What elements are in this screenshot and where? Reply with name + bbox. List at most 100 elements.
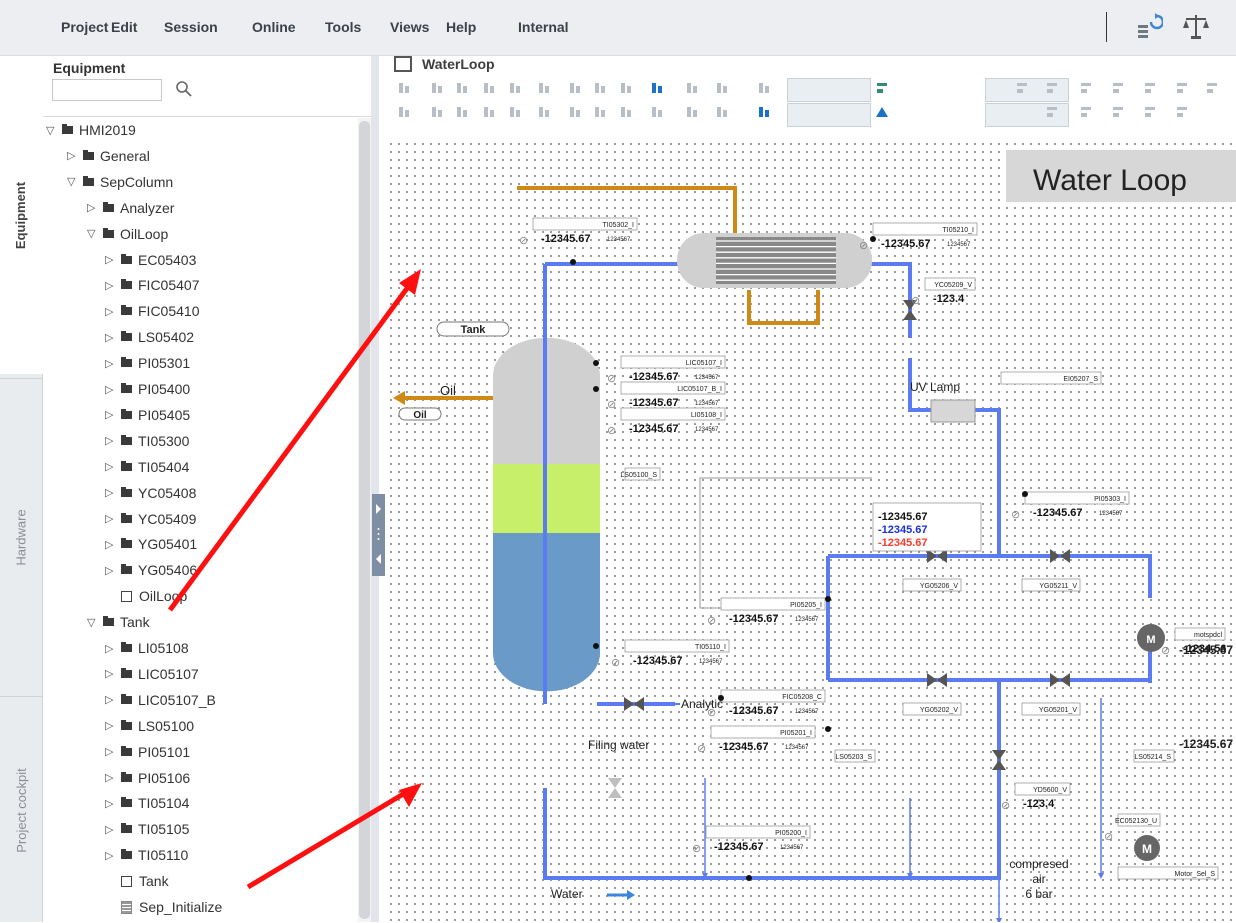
layout-tool-icon[interactable] (1111, 81, 1125, 95)
align-tool-icon[interactable] (508, 105, 522, 119)
tree-item[interactable]: ▷ LS05100 (105, 714, 194, 738)
menu-views[interactable]: Views (390, 19, 429, 35)
align-tool-icon[interactable] (685, 81, 699, 95)
link-icon[interactable]: ⊘ (1104, 831, 1113, 843)
expand-right-icon[interactable]: ▷ (105, 771, 119, 784)
tree-item[interactable]: ▷ LIC05107 (105, 662, 199, 686)
expand-down-icon[interactable]: ▽ (46, 124, 60, 137)
expand-down-icon[interactable]: ▽ (87, 616, 101, 629)
tree-item[interactable]: ▷ PI05101 (105, 740, 190, 764)
tree-item[interactable]: ▷ TI05104 (105, 791, 189, 815)
layout-tool-icon[interactable] (1079, 81, 1093, 95)
expand-right-icon[interactable]: ▷ (105, 512, 119, 525)
tree-item[interactable]: Tank (105, 869, 169, 893)
valve-yg05201-icon[interactable] (1050, 673, 1070, 687)
tree-item[interactable]: ▷ TI05105 (105, 817, 189, 841)
link-icon[interactable]: ⊘ (707, 615, 716, 627)
align-tool-icon[interactable] (482, 105, 496, 119)
expand-right-icon[interactable]: ▷ (105, 279, 119, 292)
tree-item[interactable]: ▷ TI05300 (105, 429, 189, 453)
align-tool-icon[interactable] (685, 105, 699, 119)
layout-tool-icon[interactable] (1175, 105, 1189, 119)
link-icon[interactable]: ⊘ (611, 657, 620, 669)
expand-right-icon[interactable]: ▷ (105, 642, 119, 655)
valve-yg05202-icon[interactable] (927, 673, 947, 687)
align-tool-icon[interactable] (650, 105, 664, 119)
align-tool-icon[interactable] (715, 105, 729, 119)
expand-right-icon[interactable]: ▷ (105, 253, 119, 266)
expand-right-icon[interactable]: ▷ (105, 719, 119, 732)
expand-right-icon[interactable]: ▷ (67, 149, 81, 162)
expand-right-icon[interactable]: ▷ (105, 693, 119, 706)
expand-down-icon[interactable]: ▽ (87, 227, 101, 240)
link-icon[interactable]: ⊘ (1161, 645, 1170, 657)
layout-tool-icon[interactable] (1111, 105, 1125, 119)
layout-tool-icon[interactable] (1143, 105, 1157, 119)
expand-down-icon[interactable]: ▽ (67, 175, 81, 188)
tree-item[interactable]: ▷ PI05405 (105, 403, 190, 427)
tree-item[interactable]: ▷ LIC05107_B (105, 688, 216, 712)
tree-item[interactable]: ▽ Tank (87, 610, 150, 634)
layout-tool-icon[interactable] (1045, 81, 1059, 95)
align-tool-icon[interactable] (537, 105, 551, 119)
align-tool-icon[interactable] (757, 81, 771, 95)
link-icon[interactable]: ⊘ (859, 240, 868, 252)
link-icon[interactable]: ⊘ (697, 743, 706, 755)
valve-yg05211-icon[interactable] (1050, 549, 1070, 563)
layout-tool-icon[interactable] (1175, 81, 1189, 95)
align-tool-icon[interactable] (619, 105, 633, 119)
layout-tool-icon[interactable] (1143, 81, 1157, 95)
expand-right-icon[interactable]: ▷ (105, 383, 119, 396)
expand-right-icon[interactable]: ▷ (105, 667, 119, 680)
align-tool-icon[interactable] (430, 81, 444, 95)
align-tool-icon[interactable] (715, 81, 729, 95)
tree-item[interactable]: ▷ LS05402 (105, 325, 194, 349)
tree-item[interactable]: ▷ FIC05407 (105, 273, 199, 297)
align-tool-icon[interactable] (568, 105, 582, 119)
expand-right-icon[interactable]: ▷ (105, 823, 119, 836)
menu-edit[interactable]: Edit (111, 19, 137, 35)
link-icon[interactable]: ⊘ (911, 295, 920, 307)
link-icon[interactable]: ⊘ (519, 235, 528, 247)
link-icon[interactable]: ⊘ (1001, 800, 1010, 812)
align-tool-icon[interactable] (757, 105, 771, 119)
tree-item[interactable]: ▷ YG05401 (105, 532, 197, 556)
menu-internal[interactable]: Internal (518, 19, 569, 35)
tree-item[interactable]: ▷ PI05106 (105, 766, 190, 790)
menu-project[interactable]: Project (61, 19, 108, 35)
search-icon[interactable] (175, 80, 193, 98)
layout-tool-icon[interactable] (1045, 105, 1059, 119)
align-tool-icon[interactable] (430, 105, 444, 119)
align-tool-icon[interactable] (537, 81, 551, 95)
menu-help[interactable]: Help (446, 19, 476, 35)
menu-tools[interactable]: Tools (325, 19, 361, 35)
expand-right-icon[interactable]: ▷ (105, 538, 119, 551)
toolbar-value-field[interactable] (787, 103, 871, 127)
align-tool-icon[interactable] (650, 81, 664, 95)
align-tool-icon[interactable] (508, 81, 522, 95)
layout-tool-icon[interactable] (1079, 105, 1093, 119)
tab-hardware[interactable]: Hardware (0, 378, 42, 695)
expand-right-icon[interactable]: ▷ (105, 331, 119, 344)
align-tool-icon[interactable] (593, 105, 607, 119)
align-tool-icon[interactable] (593, 81, 607, 95)
expand-right-icon[interactable]: ▷ (105, 460, 119, 473)
tree-item[interactable]: ▽ OilLoop (87, 222, 168, 246)
tree-item[interactable]: ▷ TI05404 (105, 455, 189, 479)
align-tool-icon[interactable] (397, 105, 411, 119)
align-tool-icon[interactable] (397, 81, 411, 95)
tree-item[interactable]: Sep_Initialize (105, 895, 222, 919)
expand-right-icon[interactable]: ▷ (105, 357, 119, 370)
tree-item[interactable]: ▷ Analyzer (87, 196, 174, 220)
editor-tab[interactable]: WaterLoop (394, 56, 495, 72)
valve-analytic-icon[interactable] (624, 697, 644, 711)
menu-online[interactable]: Online (252, 19, 296, 35)
align-tool-icon[interactable] (482, 81, 496, 95)
link-icon[interactable]: ⊘ (607, 425, 616, 437)
layout-tool-icon[interactable] (875, 81, 889, 95)
expand-right-icon[interactable]: ▷ (105, 745, 119, 758)
link-icon[interactable]: ⊘ (607, 399, 616, 411)
tree-item[interactable]: ▷ EC05403 (105, 248, 196, 272)
deploy-refresh-icon[interactable] (1135, 12, 1163, 40)
layout-tool-icon[interactable] (1205, 81, 1219, 95)
